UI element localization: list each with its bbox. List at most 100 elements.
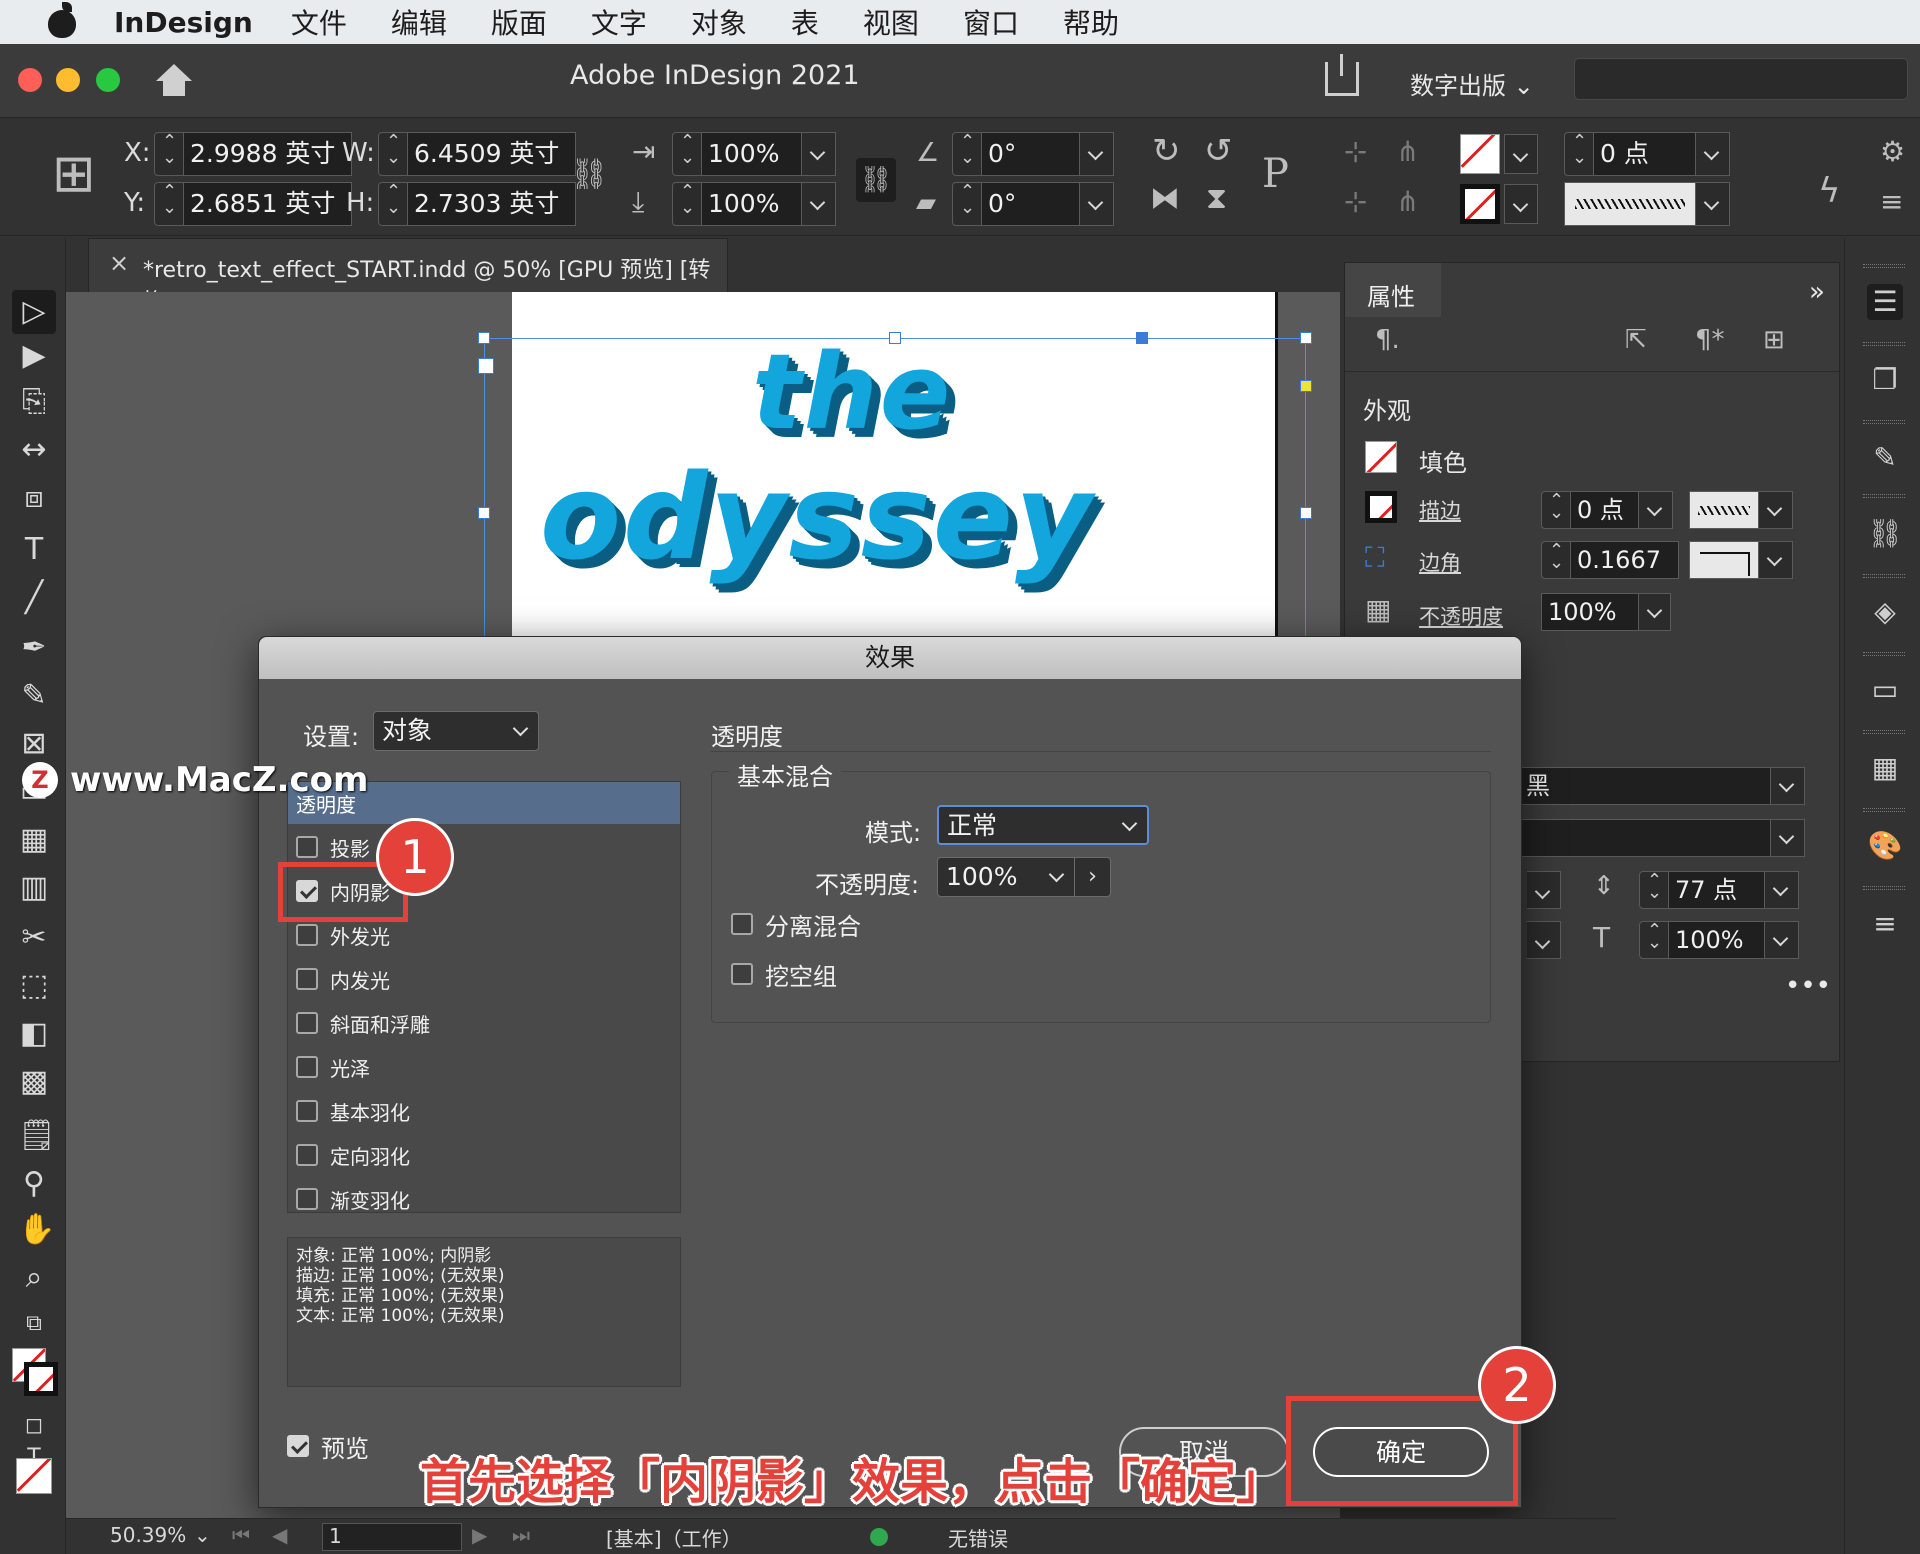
stroke-weight-panel-stepper[interactable] bbox=[1541, 490, 1571, 529]
default-colors-icon[interactable]: ⧉ bbox=[18, 1308, 50, 1340]
selection-tool-icon[interactable]: ▷ bbox=[12, 290, 56, 334]
minimize-window-button[interactable] bbox=[56, 68, 80, 92]
scale-x-field[interactable]: 100% bbox=[672, 131, 836, 176]
live-corner-handle[interactable] bbox=[1300, 380, 1312, 392]
stroke-style-dropdown[interactable] bbox=[1696, 182, 1730, 226]
opacity-label[interactable]: 不透明度 bbox=[1419, 601, 1503, 631]
isolate-blending-checkbox[interactable] bbox=[731, 913, 753, 935]
stroke-type-field[interactable] bbox=[1564, 182, 1730, 226]
stroke-swatch-dropdown[interactable] bbox=[1504, 184, 1538, 224]
stroke-weight-stepper[interactable] bbox=[1564, 131, 1594, 176]
flip-vertical-icon[interactable]: ⧗ bbox=[1206, 184, 1227, 214]
panel-collapse-icon[interactable]: » bbox=[1809, 277, 1825, 307]
effect-drop-shadow[interactable]: 投影 bbox=[296, 832, 370, 862]
workspace-switcher[interactable]: 数字出版 ⌄ bbox=[1410, 66, 1534, 101]
scale-x-dropdown[interactable] bbox=[802, 132, 836, 176]
effect-satin[interactable]: 光泽 bbox=[296, 1052, 370, 1082]
gradient-feather-checkbox[interactable] bbox=[296, 1188, 318, 1210]
font-size-dropdown[interactable] bbox=[1527, 871, 1561, 909]
tab-properties[interactable]: 属性 bbox=[1345, 263, 1441, 317]
rectangle-frame-tool-icon[interactable]: ⊠ bbox=[18, 728, 50, 760]
satin-checkbox[interactable] bbox=[296, 1056, 318, 1078]
cc-libraries-icon[interactable]: ✎ bbox=[1867, 440, 1903, 476]
shear-stepper[interactable] bbox=[952, 181, 982, 226]
drop-shadow-checkbox[interactable] bbox=[296, 836, 318, 858]
formatting-affects-container-icon[interactable]: ◻ T bbox=[18, 1410, 50, 1470]
fill-stroke-swatch-icon[interactable] bbox=[12, 1348, 58, 1398]
inner-glow-checkbox[interactable] bbox=[296, 968, 318, 990]
last-page-icon[interactable]: ⏭ bbox=[512, 1523, 530, 1547]
select-container-icon[interactable]: ⊹ bbox=[1344, 138, 1367, 166]
shear-field[interactable]: 0° bbox=[952, 181, 1114, 226]
scale-y-dropdown[interactable] bbox=[802, 182, 836, 226]
corner-size-value[interactable]: 0.1667 bbox=[1571, 541, 1679, 579]
fill-none-swatch[interactable] bbox=[1460, 134, 1500, 174]
basic-feather-checkbox[interactable] bbox=[296, 1100, 318, 1122]
directional-feather-checkbox[interactable] bbox=[296, 1144, 318, 1166]
horizontal-scale-value[interactable]: 100% bbox=[1669, 921, 1765, 959]
link-scale-icon[interactable]: ⛓ bbox=[856, 158, 896, 202]
fill-swatch[interactable] bbox=[1365, 441, 1397, 473]
links-panel-icon[interactable]: ⛓ bbox=[1867, 516, 1903, 552]
preview-option[interactable]: 预览 bbox=[287, 1431, 369, 1463]
rotate-value[interactable]: 0° bbox=[982, 132, 1080, 176]
effect-basic-feather[interactable]: 基本羽化 bbox=[296, 1096, 410, 1126]
h-field[interactable]: 2.7303 英寸 bbox=[378, 181, 576, 226]
color-panel-icon[interactable]: 🎨 bbox=[1867, 828, 1903, 864]
stroke-style-panel-preview[interactable] bbox=[1689, 491, 1759, 529]
zoom-window-button[interactable] bbox=[96, 68, 120, 92]
corner-size-stepper[interactable] bbox=[1541, 540, 1571, 579]
anchor-handle[interactable] bbox=[478, 358, 494, 374]
stroke-panel-icon[interactable]: ▭ bbox=[1867, 672, 1903, 708]
selection-handle[interactable] bbox=[478, 507, 490, 519]
swatch-panel-dropdown[interactable] bbox=[1771, 767, 1805, 805]
hand-tool-icon[interactable]: ✋ bbox=[18, 1214, 55, 1246]
x-stepper[interactable] bbox=[154, 131, 184, 176]
lightning-icon[interactable]: ϟ bbox=[1818, 174, 1840, 208]
rotate-dropdown[interactable] bbox=[1080, 132, 1114, 176]
properties-panel-icon[interactable]: ☰ bbox=[1867, 284, 1903, 320]
corner-shape-dropdown[interactable] bbox=[1759, 541, 1793, 579]
leading-dropdown[interactable] bbox=[1765, 871, 1799, 909]
scale-x-value[interactable]: 100% bbox=[702, 132, 802, 176]
zoom-level[interactable]: 50.39% bbox=[110, 1523, 186, 1547]
flip-horizontal-icon[interactable]: ⧓ bbox=[1150, 184, 1180, 214]
stroke-style-panel-dropdown[interactable] bbox=[1759, 491, 1793, 529]
corner-shape-preview[interactable] bbox=[1689, 541, 1759, 579]
layers-panel-icon[interactable]: ◈ bbox=[1867, 594, 1903, 630]
table-tool-icon[interactable]: ▦ bbox=[18, 824, 50, 856]
style-panel-value[interactable] bbox=[1519, 819, 1771, 857]
scale-y-value[interactable]: 100% bbox=[702, 182, 802, 226]
selection-handle[interactable] bbox=[889, 332, 901, 344]
free-transform-tool-icon[interactable]: ⬚ bbox=[18, 970, 50, 1002]
preview-checkbox[interactable] bbox=[287, 1435, 309, 1457]
selection-handle[interactable] bbox=[1300, 507, 1312, 519]
rotate-stepper[interactable] bbox=[952, 131, 982, 176]
style-panel-field[interactable] bbox=[1519, 819, 1805, 857]
opacity-panel-arrow[interactable] bbox=[1639, 593, 1671, 631]
selection-handle[interactable] bbox=[1300, 332, 1312, 344]
page-number-input[interactable]: 1 bbox=[322, 1523, 462, 1551]
horizontal-scale-stepper[interactable] bbox=[1639, 920, 1669, 959]
scissors-tool-icon[interactable]: ✂ bbox=[18, 922, 50, 954]
first-page-icon[interactable]: ⏮ bbox=[232, 1523, 250, 1547]
panel-menu-icon[interactable]: ≡ bbox=[1880, 188, 1903, 216]
apple-icon[interactable] bbox=[42, 0, 84, 44]
tracking-dropdown[interactable] bbox=[1527, 921, 1561, 959]
w-field[interactable]: 6.4509 英寸 bbox=[378, 131, 576, 176]
corner-label[interactable]: 边角 bbox=[1419, 547, 1461, 577]
note-tool-icon[interactable]: 🗒 bbox=[18, 1120, 56, 1152]
swatches-panel-icon[interactable]: ▦ bbox=[1867, 750, 1903, 786]
constrain-proportions-icon[interactable]: ⛓ bbox=[570, 160, 608, 190]
grid-tool-icon[interactable]: ▥ bbox=[18, 872, 50, 904]
home-icon[interactable] bbox=[154, 64, 194, 98]
swatch-panel-value[interactable]: 黑 bbox=[1519, 767, 1771, 805]
menu-type[interactable]: 文字 bbox=[591, 2, 647, 42]
shear-value[interactable]: 0° bbox=[982, 182, 1080, 226]
shear-dropdown[interactable] bbox=[1080, 182, 1114, 226]
selection-handle[interactable] bbox=[478, 332, 490, 344]
gradient-feather-tool-icon[interactable]: ▩ bbox=[18, 1066, 50, 1098]
pages-panel-icon[interactable]: ❐ bbox=[1867, 362, 1903, 398]
stroke-swatch[interactable] bbox=[1365, 491, 1397, 523]
style-panel-dropdown[interactable] bbox=[1771, 819, 1805, 857]
